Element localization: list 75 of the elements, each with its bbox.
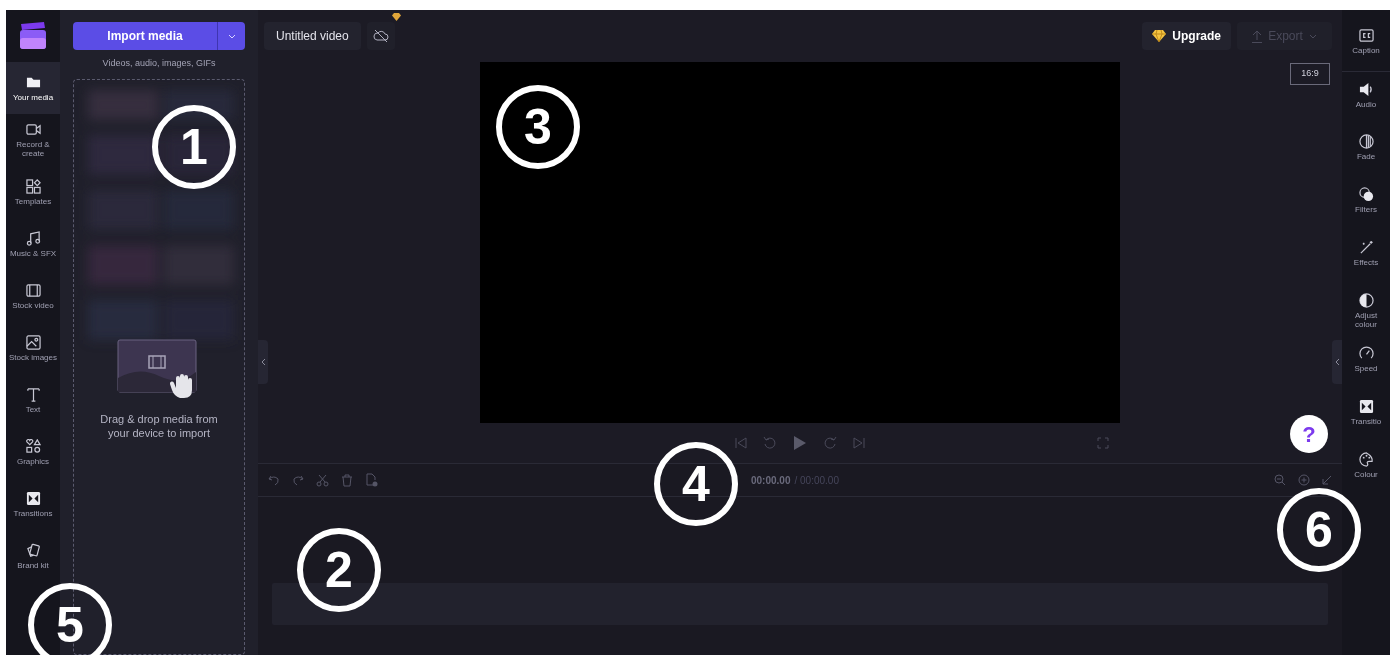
- captions-icon: [1358, 28, 1374, 43]
- drop-instructions: Drag & drop media from your device to import: [99, 411, 219, 440]
- step-number-callout: 4: [654, 442, 738, 526]
- tool-item[interactable]: Audio: [1342, 71, 1390, 124]
- cloud-sync-button[interactable]: [366, 22, 395, 50]
- diamond-icon: [391, 13, 401, 21]
- skip-forward-icon[interactable]: [853, 437, 865, 449]
- import-dropdown-button[interactable]: [217, 22, 245, 50]
- aspect-ratio-button[interactable]: 16:9: [1290, 63, 1330, 85]
- chevron-left-icon: [1334, 358, 1340, 366]
- nav-item[interactable]: Transitions: [6, 478, 60, 530]
- collapse-handle[interactable]: [1332, 340, 1342, 384]
- text-icon: [25, 386, 41, 402]
- nav-item[interactable]: Music & SFX: [6, 218, 60, 270]
- trash-icon[interactable]: [341, 473, 353, 487]
- filters-icon: [1358, 187, 1374, 202]
- nav-item[interactable]: Graphics: [6, 426, 60, 478]
- upgrade-button[interactable]: Upgrade: [1142, 22, 1231, 50]
- step-number-callout: 5: [28, 583, 112, 655]
- speaker-icon: [1358, 82, 1374, 97]
- import-hint: Videos, audio, images, GIFs: [102, 57, 216, 70]
- transition-icon: [1358, 399, 1374, 414]
- upload-icon: [1252, 29, 1263, 43]
- cloud-off-icon: [372, 29, 389, 43]
- transition-icon: [25, 490, 41, 506]
- tool-item[interactable]: Filters: [1342, 177, 1390, 230]
- step-number-callout: 3: [496, 85, 580, 169]
- shapes-icon: [25, 438, 41, 454]
- tool-item[interactable]: Fade: [1342, 124, 1390, 177]
- step-number-callout: 6: [1277, 488, 1361, 572]
- camera-icon: [25, 122, 41, 137]
- step-number-callout: 1: [152, 105, 236, 189]
- tool-item[interactable]: Adjust colour: [1342, 283, 1390, 336]
- nav-item[interactable]: Record & create: [6, 114, 60, 166]
- tool-item[interactable]: Effects: [1342, 230, 1390, 283]
- image-icon: [25, 334, 41, 350]
- undo-icon[interactable]: [268, 474, 280, 486]
- forward-icon[interactable]: [823, 436, 837, 450]
- film-icon: [25, 282, 41, 298]
- fade-icon: [1358, 134, 1374, 149]
- help-button[interactable]: ?: [1290, 415, 1328, 453]
- project-title[interactable]: Untitled video: [264, 22, 361, 50]
- nav-item[interactable]: Text: [6, 374, 60, 426]
- app-logo-icon: [18, 21, 48, 51]
- skip-back-icon[interactable]: [735, 437, 747, 449]
- fullscreen-icon[interactable]: [1097, 437, 1109, 449]
- diamond-icon: [1152, 30, 1167, 42]
- speedometer-icon: [1358, 346, 1374, 361]
- palette-icon: [1358, 452, 1374, 467]
- tool-item[interactable]: Speed: [1342, 336, 1390, 389]
- magic-wand-icon: [1358, 240, 1374, 255]
- play-icon[interactable]: [793, 435, 807, 451]
- chevron-left-icon: [260, 358, 266, 366]
- redo-icon[interactable]: [292, 474, 304, 486]
- templates-icon: [25, 178, 41, 194]
- collapse-handle[interactable]: [258, 340, 268, 384]
- nav-item[interactable]: Templates: [6, 166, 60, 218]
- cards-icon: [25, 542, 41, 558]
- zoom-out-icon[interactable]: [1274, 474, 1286, 486]
- rewind-icon[interactable]: [763, 436, 777, 450]
- nav-item[interactable]: Brand kit: [6, 530, 60, 582]
- scissors-icon[interactable]: [316, 473, 329, 487]
- tool-item[interactable]: Caption: [1342, 18, 1390, 71]
- step-number-callout: 2: [297, 528, 381, 612]
- contrast-icon: [1358, 293, 1374, 308]
- nav-item[interactable]: Your media: [6, 62, 60, 114]
- tool-item[interactable]: Transitio: [1342, 389, 1390, 442]
- nav-item[interactable]: Stock images: [6, 322, 60, 374]
- music-note-icon: [25, 230, 41, 246]
- current-time: 00:00.00: [751, 473, 791, 488]
- import-media-button[interactable]: Import media: [73, 22, 217, 50]
- nav-item[interactable]: Stock video: [6, 270, 60, 322]
- caret-icon: [227, 33, 236, 39]
- zoom-in-icon[interactable]: [1298, 474, 1310, 486]
- caret-icon: [1308, 33, 1317, 39]
